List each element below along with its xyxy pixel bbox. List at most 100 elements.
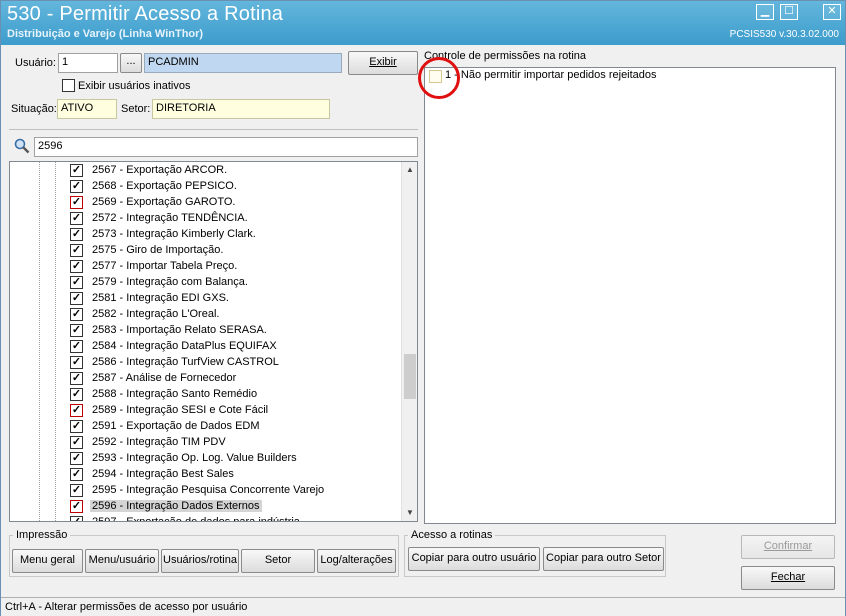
scroll-down-icon[interactable]: ▼ [402,505,417,521]
tree-item-label: 2582 - Integração L'Oreal. [92,308,220,320]
tree-item[interactable]: ✓ 2596 - Integração Dados Externos [10,499,402,515]
tree-item-checkbox[interactable]: ✓ [70,516,83,521]
tree-item[interactable]: ✓ 2568 - Exportação PEPSICO. [10,179,402,195]
tree-item[interactable]: ✓ 2589 - Integração SESI e Cote Fácil [10,403,402,419]
setor-label: Setor: [121,103,151,115]
tree-item-checkbox[interactable]: ✓ [70,340,83,353]
fechar-button[interactable]: Fechar [741,566,835,590]
usuario-code-field[interactable]: 1 [58,53,118,73]
main-window: 530 - Permitir Acesso a Rotina Distribui… [0,0,846,616]
tree-item[interactable]: ✓ 2597 - Exportação de dados para indústr… [10,515,402,522]
fechar-label: Fechar [770,571,806,583]
tree-item[interactable]: ✓ 2577 - Importar Tabela Preço. [10,259,402,275]
routine-tree[interactable]: ✓ 2567 - Exportação ARCOR. ✓ 2568 - Exporta… [9,161,418,522]
tree-item[interactable]: ✓ 2591 - Exportação de Dados EDM [10,419,402,435]
tree-item-checkbox[interactable]: ✓ [70,292,83,305]
tree-item-label: 2579 - Integração com Balança. [92,276,248,288]
search-icon [14,138,30,154]
tree-item-checkbox[interactable]: ✓ [70,420,83,433]
tree-item[interactable]: ✓ 2584 - Integração DataPlus EQUIFAX [10,339,402,355]
tree-item-label: 2588 - Integração Santo Remédio [92,388,258,400]
usuario-name-field: PCADMIN [144,53,342,73]
tree-item-checkbox[interactable]: ✓ [70,164,83,177]
setor-field: DIRETORIA [152,99,330,119]
tree-item-checkbox[interactable]: ✓ [70,356,83,369]
tree-item[interactable]: ✓ 2582 - Integração L'Oreal. [10,307,402,323]
tree-item-checkbox[interactable]: ✓ [70,404,83,417]
tree-item-label: 2583 - Importação Relato SERASA. [92,324,267,336]
tree-item-checkbox[interactable]: ✓ [70,436,83,449]
tree-item-checkbox[interactable]: ✓ [70,228,83,241]
tree-item-checkbox[interactable]: ✓ [70,260,83,273]
tree-item[interactable]: ✓ 2594 - Integração Best Sales [10,467,402,483]
tree-item-label: 2572 - Integração TENDÊNCIA. [92,212,248,224]
tree-item[interactable]: ✓ 2573 - Integração Kimberly Clark. [10,227,402,243]
window-subtitle: Distribuição e Varejo (Linha WinThor) [7,28,204,40]
tree-item-checkbox[interactable]: ✓ [70,500,83,513]
scroll-thumb[interactable] [404,354,416,399]
permission-label: 1 - Não permitir importar pedidos rejeit… [445,69,657,81]
usuarios-rotina-button[interactable]: Usuários/rotina [161,549,239,573]
tree-item-checkbox[interactable]: ✓ [70,452,83,465]
tree-item-label: 2569 - Exportação GAROTO. [92,196,236,208]
tree-item[interactable]: ✓ 2567 - Exportação ARCOR. [10,163,402,179]
tree-item-checkbox[interactable]: ✓ [70,180,83,193]
tree-item-checkbox[interactable]: ✓ [70,468,83,481]
tree-scrollbar[interactable]: ▲ ▼ [401,162,417,521]
tree-item-checkbox[interactable]: ✓ [70,388,83,401]
window-title: 530 - Permitir Acesso a Rotina [7,3,284,25]
tree-item-checkbox[interactable]: ✓ [70,308,83,321]
tree-item[interactable]: ✓ 2593 - Integração Op. Log. Value Builde… [10,451,402,467]
tree-item[interactable]: ✓ 2592 - Integração TIM PDV [10,435,402,451]
permissions-panel: 1 - Não permitir importar pedidos rejeit… [424,67,836,524]
tree-item-checkbox[interactable]: ✓ [70,196,83,209]
copy-setor-button[interactable]: Copiar para outro Setor [543,547,664,571]
tree-item-label: 2596 - Integração Dados Externos [90,500,262,512]
tree-item[interactable]: ✓ 2583 - Importação Relato SERASA. [10,323,402,339]
lookup-button[interactable]: ... [120,53,142,73]
tree-item[interactable]: ✓ 2587 - Análise de Fornecedor [10,371,402,387]
tree-item-checkbox[interactable]: ✓ [70,276,83,289]
tree-item-label: 2587 - Análise de Fornecedor [92,372,237,384]
tree-item[interactable]: ✓ 2569 - Exportação GAROTO. [10,195,402,211]
tree-item[interactable]: ✓ 2595 - Integração Pesquisa Concorrente … [10,483,402,499]
version-label: PCSIS530 v.30.3.02.000 [729,29,839,40]
tree-item-checkbox[interactable]: ✓ [70,324,83,337]
tree-item-label: 2589 - Integração SESI e Cote Fácil [92,404,269,416]
log-alteracoes-button[interactable]: Log/alterações [317,549,396,573]
tree-item-label: 2575 - Giro de Importação. [92,244,224,256]
scroll-up-icon[interactable]: ▲ [402,162,417,178]
tree-item[interactable]: ✓ 2581 - Integração EDI GXS. [10,291,402,307]
tree-item[interactable]: ✓ 2575 - Giro de Importação. [10,243,402,259]
confirmar-label: Confirmar [763,540,813,552]
tree-item-checkbox[interactable]: ✓ [70,244,83,257]
exibir-button[interactable]: Exibir [348,51,418,75]
exibir-inativos-label: Exibir usuários inativos [78,80,191,92]
tree-item[interactable]: ✓ 2572 - Integração TENDÊNCIA. [10,211,402,227]
copy-user-button[interactable]: Copiar para outro usuário [408,547,540,571]
exibir-inativos-checkbox[interactable] [62,79,75,92]
tree-item-label: 2597 - Exportação de dados para indústri… [92,516,300,522]
tree-item-label: 2577 - Importar Tabela Preço. [92,260,238,272]
setor-button[interactable]: Setor [241,549,315,573]
acesso-title: Acesso a rotinas [408,529,496,541]
menu-usuario-button[interactable]: Menu/usuário [85,549,159,573]
maximize-icon[interactable]: ☐ [780,4,798,20]
close-icon[interactable]: ✕ [823,4,841,20]
tree-item[interactable]: ✓ 2579 - Integração com Balança. [10,275,402,291]
tree-item-label: 2568 - Exportação PEPSICO. [92,180,237,192]
tree-item-checkbox[interactable]: ✓ [70,484,83,497]
menu-geral-button[interactable]: Menu geral [12,549,83,573]
minimize-icon[interactable]: ▁ [756,4,774,20]
usuario-label: Usuário: [15,57,56,69]
tree-item[interactable]: ✓ 2588 - Integração Santo Remédio [10,387,402,403]
search-input[interactable]: 2596 [34,137,418,157]
tree-item-checkbox[interactable]: ✓ [70,372,83,385]
tree-item-label: 2591 - Exportação de Dados EDM [92,420,260,432]
confirmar-button[interactable]: Confirmar [741,535,835,559]
tree-item[interactable]: ✓ 2586 - Integração TurfView CASTROL [10,355,402,371]
tree-item-checkbox[interactable]: ✓ [70,212,83,225]
tree-item-label: 2594 - Integração Best Sales [92,468,234,480]
tree-item-label: 2592 - Integração TIM PDV [92,436,226,448]
tree-item-label: 2581 - Integração EDI GXS. [92,292,229,304]
